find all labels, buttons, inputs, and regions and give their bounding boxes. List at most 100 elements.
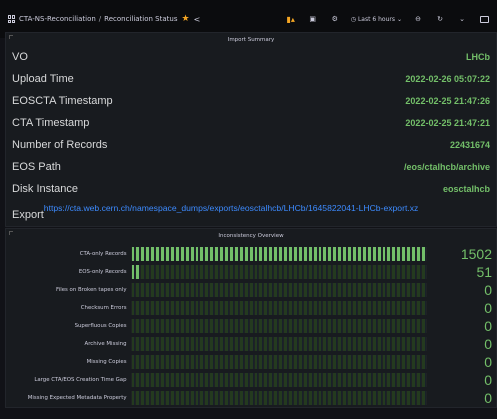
share-icon[interactable]: < [194, 15, 201, 24]
bar-segment [220, 283, 225, 297]
bar-segment [136, 301, 141, 315]
bar-segment [328, 301, 333, 315]
bar-segment [308, 301, 313, 315]
bar-segment [407, 337, 412, 351]
bar-segment [210, 265, 215, 279]
bar-segment [244, 265, 249, 279]
bar-segment [412, 337, 416, 351]
breadcrumb-folder[interactable]: CTA-NS-Reconciliation [19, 15, 96, 23]
bar-segment [269, 247, 274, 261]
bar-segment [367, 373, 372, 387]
bar-track [130, 337, 427, 351]
time-range-picker[interactable]: ◷ Last 6 hours ⌄ [348, 10, 405, 28]
settings-icon[interactable]: ⚙ [326, 10, 344, 28]
panel-title: Import Summary [6, 33, 496, 47]
bar-segment [234, 391, 239, 405]
bar-segment [259, 355, 264, 369]
bar-segment [175, 373, 180, 387]
bar-segment [377, 301, 382, 315]
bar-segment [362, 355, 367, 369]
bar-segment [333, 337, 338, 351]
bar-segment [220, 391, 225, 405]
bar-segment [136, 265, 141, 279]
bar-segment [215, 301, 220, 315]
apps-icon[interactable] [8, 15, 16, 23]
bar-segment [220, 319, 225, 333]
bar-segment [180, 373, 185, 387]
zoom-out-icon[interactable]: ⊖ [409, 10, 427, 28]
bar-segment [274, 265, 279, 279]
bar-segment [338, 373, 343, 387]
bar-segment [382, 373, 387, 387]
bar-segment [353, 265, 357, 279]
row-disk-instance: Disk Instance eosctalhcb [12, 183, 490, 195]
bar-segment [279, 337, 284, 351]
bar-segment [151, 319, 156, 333]
bar-segment [136, 337, 141, 351]
bar-segment [146, 373, 151, 387]
export-link[interactable]: https://cta.web.cern.ch/namespace_dumps/… [44, 203, 489, 213]
bar-segment [165, 355, 170, 369]
bar-segment [249, 319, 254, 333]
bar-segment [264, 391, 269, 405]
save-icon[interactable]: ▣ [304, 10, 322, 28]
bar-segment [249, 337, 254, 351]
bar-segment [131, 373, 136, 387]
row-vo: VO LHCb [12, 51, 490, 63]
bar-segment [215, 391, 220, 405]
bar-segment [131, 355, 136, 369]
bar-segment [146, 337, 151, 351]
bar-track [130, 301, 427, 315]
bar-segment [225, 373, 229, 387]
bar-segment [343, 319, 348, 333]
bar-segment [348, 355, 352, 369]
bar-segment [244, 391, 249, 405]
bar-segment [343, 337, 348, 351]
bar-track [130, 319, 427, 333]
bar-segment [225, 301, 229, 315]
bar-segment [382, 391, 387, 405]
bar-segment [274, 391, 279, 405]
bar-segment [382, 355, 387, 369]
bar-segment [180, 355, 185, 369]
tv-icon[interactable] [475, 10, 493, 28]
bar-segment [367, 391, 372, 405]
bar-segment [190, 247, 195, 261]
bar-segment [175, 247, 180, 261]
bar-segment [343, 373, 348, 387]
bar-segment [357, 373, 362, 387]
bar-segment [289, 301, 293, 315]
refresh-interval-chevron-icon[interactable]: ⌄ [453, 10, 471, 28]
bar-segment [274, 301, 279, 315]
bar-segment [205, 319, 210, 333]
dashboard-title[interactable]: Reconciliation Status [104, 15, 177, 23]
refresh-icon[interactable]: ↻ [431, 10, 449, 28]
bar-segment [220, 301, 225, 315]
bar-segment [412, 301, 416, 315]
row-value: 2022-02-25 21:47:21 [405, 118, 490, 128]
star-icon[interactable]: ★ [182, 14, 190, 24]
bar-segment [254, 391, 259, 405]
bar-segment [284, 337, 289, 351]
panel-drag-handle[interactable] [9, 35, 13, 39]
bar-segment [303, 265, 308, 279]
bar-segment [353, 337, 357, 351]
bar-segment [205, 283, 210, 297]
bar-segment [293, 319, 298, 333]
bar-value: 51 [476, 264, 493, 280]
bar-segment [136, 283, 141, 297]
bar-segment [392, 373, 397, 387]
bar-segment [190, 283, 195, 297]
panel-drag-handle[interactable] [9, 231, 13, 235]
bar-segment [279, 391, 284, 405]
bar-segment [234, 319, 239, 333]
add-panel-icon[interactable]: ▮▴ [282, 10, 300, 28]
bar-segment [407, 247, 412, 261]
bar-segment [141, 391, 146, 405]
bar-segment [416, 373, 421, 387]
clock-icon: ◷ [350, 15, 356, 23]
bar-segment [303, 391, 308, 405]
bar-segment [333, 301, 338, 315]
bar-segment [210, 337, 215, 351]
bar-segment [318, 319, 323, 333]
